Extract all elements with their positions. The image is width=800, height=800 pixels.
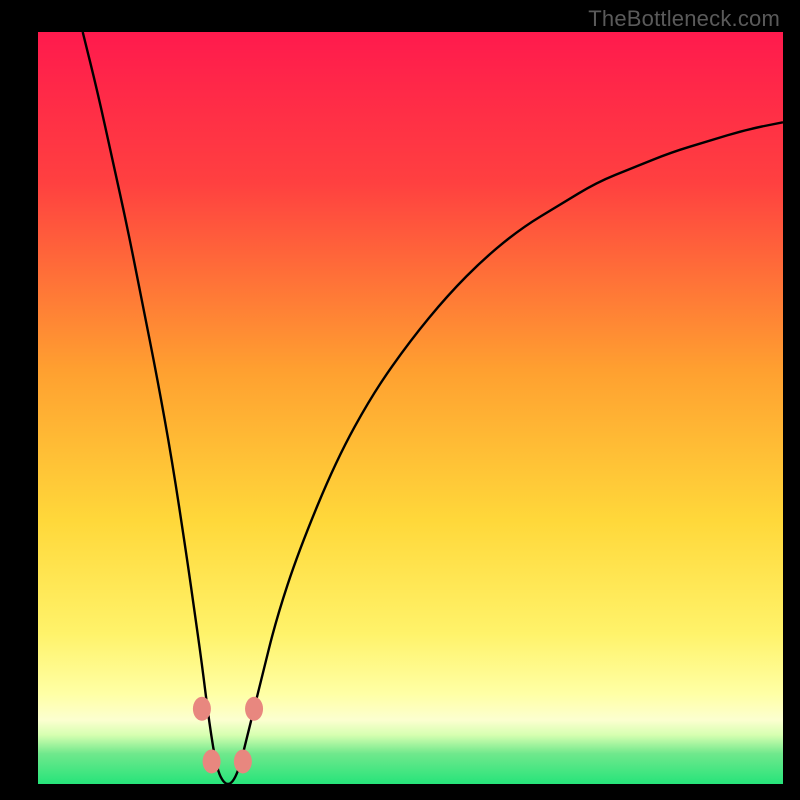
watermark-text: TheBottleneck.com (588, 6, 780, 32)
plot-frame (38, 32, 783, 784)
background-gradient (38, 32, 783, 784)
